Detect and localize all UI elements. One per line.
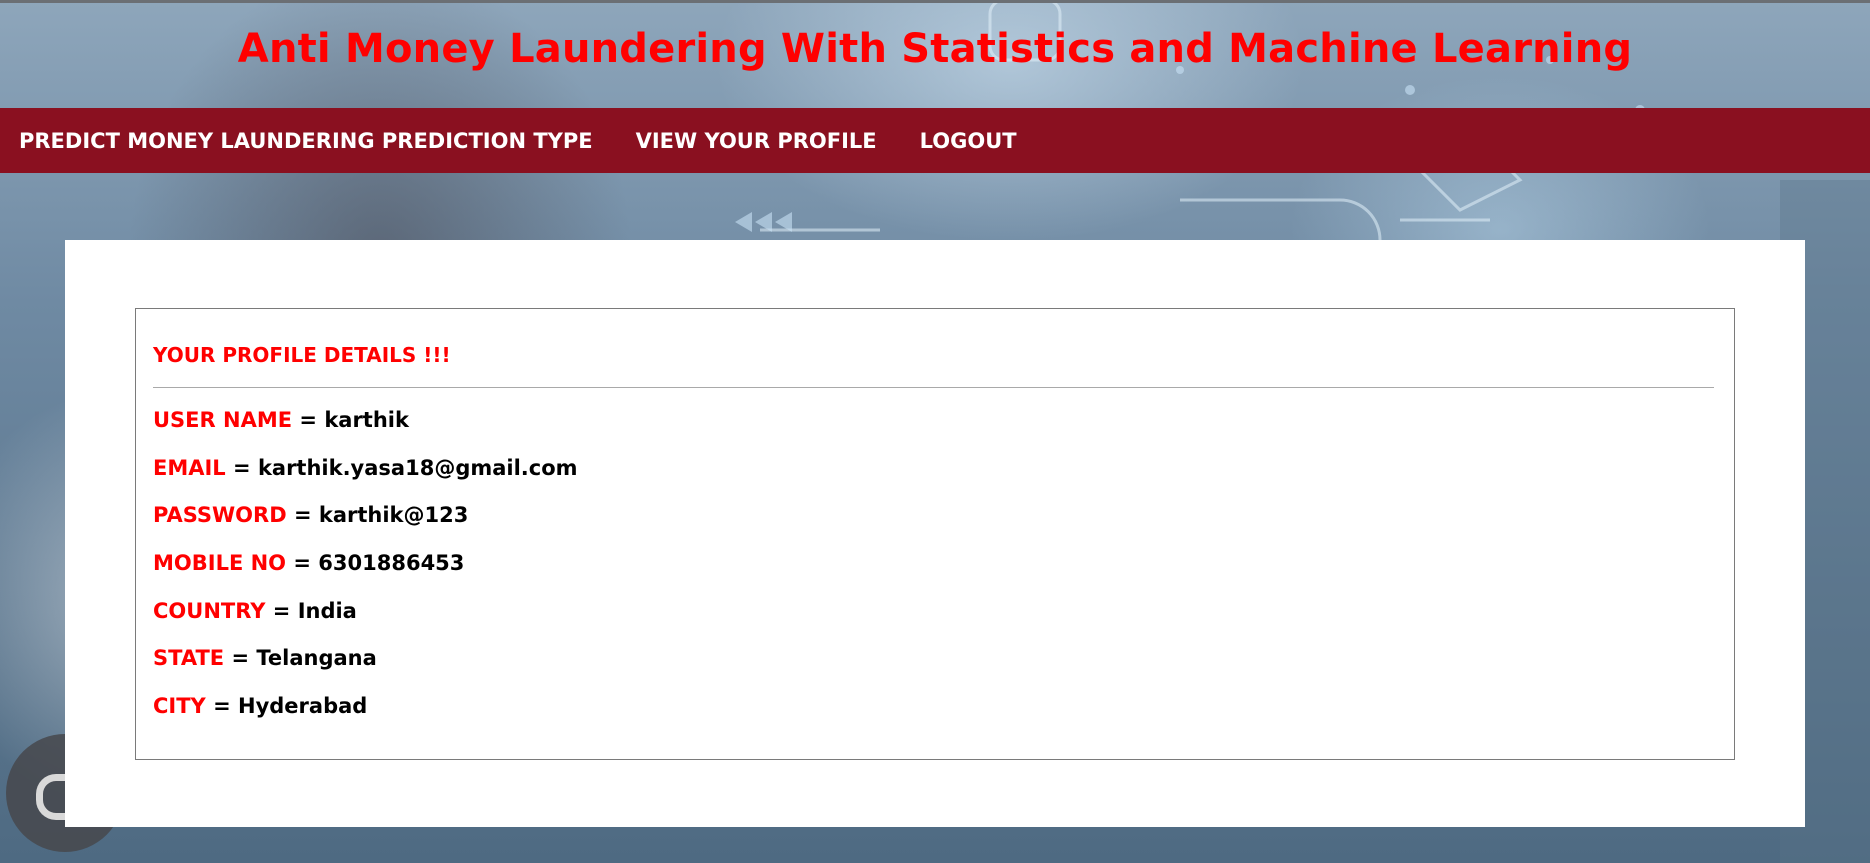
field-row-city: CITY = Hyderabad bbox=[153, 694, 367, 718]
field-separator: = bbox=[293, 503, 312, 527]
profile-divider bbox=[153, 387, 1714, 388]
field-value: Hyderabad bbox=[238, 694, 368, 718]
field-row-email: EMAIL = karthik.yasa18@gmail.com bbox=[153, 456, 578, 480]
field-row-mobile: MOBILE NO = 6301886453 bbox=[153, 551, 464, 575]
field-label: PASSWORD bbox=[153, 503, 287, 527]
field-label: STATE bbox=[153, 646, 225, 670]
field-label: EMAIL bbox=[153, 456, 226, 480]
field-row-password: PASSWORD = karthik@123 bbox=[153, 503, 468, 527]
profile-heading: YOUR PROFILE DETAILS !!! bbox=[153, 343, 451, 367]
profile-details-box: YOUR PROFILE DETAILS !!! USER NAME = kar… bbox=[135, 308, 1735, 760]
field-separator: = bbox=[213, 694, 231, 718]
field-separator: = bbox=[233, 456, 251, 480]
content-panel: YOUR PROFILE DETAILS !!! USER NAME = kar… bbox=[65, 240, 1805, 827]
nav-view-profile-link[interactable]: VIEW YOUR PROFILE bbox=[636, 129, 877, 153]
nav-predict-link[interactable]: PREDICT MONEY LAUNDERING PREDICTION TYPE bbox=[19, 129, 593, 153]
top-border bbox=[0, 0, 1870, 3]
field-separator: = bbox=[293, 551, 311, 575]
field-value: 6301886453 bbox=[318, 551, 465, 575]
field-row-state: STATE = Telangana bbox=[153, 646, 377, 670]
field-row-country: COUNTRY = India bbox=[153, 599, 357, 623]
field-value: karthik@123 bbox=[318, 503, 469, 527]
nav-logout-link[interactable]: LOGOUT bbox=[920, 129, 1017, 153]
field-value: India bbox=[297, 599, 357, 623]
field-label: COUNTRY bbox=[153, 599, 266, 623]
field-label: CITY bbox=[153, 694, 206, 718]
field-label: MOBILE NO bbox=[153, 551, 287, 575]
main-navbar: PREDICT MONEY LAUNDERING PREDICTION TYPE… bbox=[0, 108, 1870, 173]
field-value: karthik bbox=[324, 408, 409, 432]
field-separator: = bbox=[272, 599, 291, 623]
field-value: Telangana bbox=[256, 646, 377, 670]
field-label: USER NAME bbox=[153, 408, 293, 432]
site-title: Anti Money Laundering With Statistics an… bbox=[237, 26, 1633, 72]
field-separator: = bbox=[299, 408, 317, 432]
field-separator: = bbox=[231, 646, 250, 670]
field-row-username: USER NAME = karthik bbox=[153, 408, 409, 432]
field-value: karthik.yasa18@gmail.com bbox=[257, 456, 578, 480]
